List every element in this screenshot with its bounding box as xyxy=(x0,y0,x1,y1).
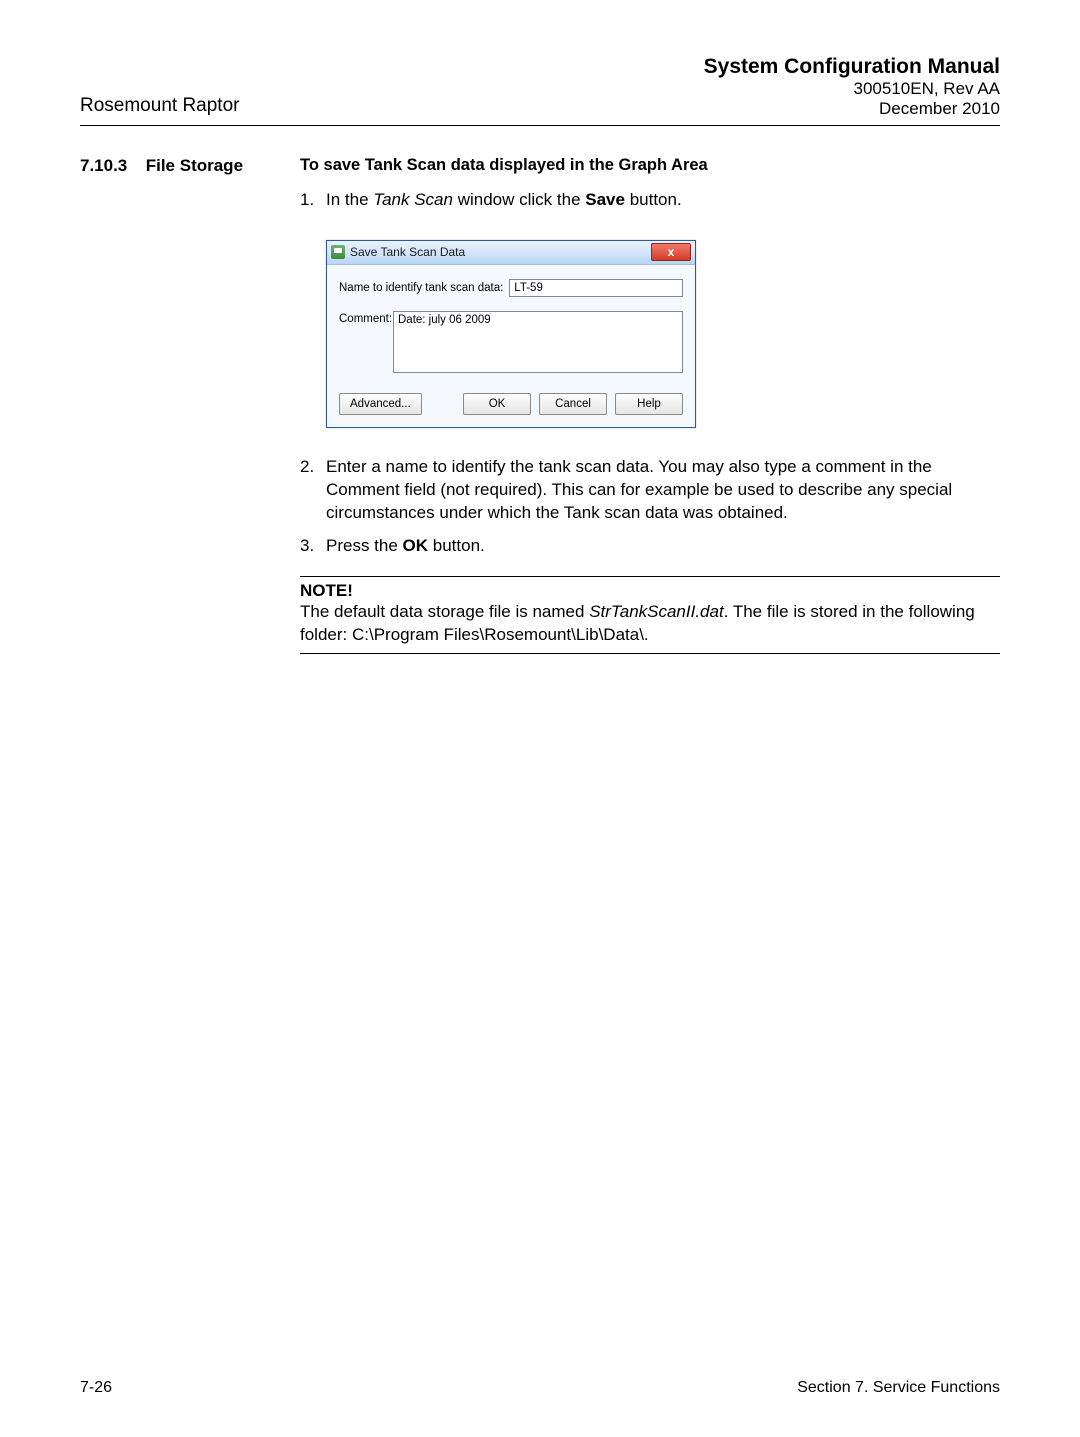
dialog-buttons: Advanced... OK Cancel Help xyxy=(327,383,695,427)
section-body: To save Tank Scan data displayed in the … xyxy=(300,156,1000,654)
step-number: 1. xyxy=(300,189,314,212)
ok-button[interactable]: OK xyxy=(463,393,531,415)
note-title: NOTE! xyxy=(300,581,1000,601)
content-area: 7.10.3 File Storage To save Tank Scan da… xyxy=(80,156,1000,654)
page-number: 7-26 xyxy=(80,1379,112,1397)
section-label: 7.10.3 File Storage xyxy=(80,156,300,654)
section-number: 7.10.3 xyxy=(80,156,127,175)
step-3: 3. Press the OK button. xyxy=(326,535,1000,558)
cancel-button[interactable]: Cancel xyxy=(539,393,607,415)
step-text: Enter a name to identify the tank scan d… xyxy=(326,457,952,522)
subheading: To save Tank Scan data displayed in the … xyxy=(300,156,1000,175)
note-rule-bottom xyxy=(300,653,1000,654)
name-label: Name to identify tank scan data: xyxy=(339,282,503,294)
doc-rev: 300510EN, Rev AA xyxy=(704,79,1000,99)
header-left: Rosemount Raptor xyxy=(80,95,239,119)
app-icon xyxy=(331,245,345,259)
header-right: System Configuration Manual 300510EN, Re… xyxy=(704,55,1000,119)
note-text: The default data storage file is named S… xyxy=(300,601,1000,647)
note-rule-top xyxy=(300,576,1000,577)
close-icon: x xyxy=(668,245,675,259)
name-row: Name to identify tank scan data: xyxy=(339,279,683,297)
footer-section: Section 7. Service Functions xyxy=(797,1379,1000,1397)
dialog-figure: Save Tank Scan Data x Name to identify t… xyxy=(326,240,1000,428)
comment-label: Comment: xyxy=(339,311,393,373)
step-number: 3. xyxy=(300,535,314,558)
step-1: 1. In the Tank Scan window click the Sav… xyxy=(326,189,1000,212)
step-number: 2. xyxy=(300,456,314,479)
section-title: File Storage xyxy=(146,156,243,175)
steps-list: 1. In the Tank Scan window click the Sav… xyxy=(300,189,1000,212)
steps-list-cont: 2. Enter a name to identify the tank sca… xyxy=(300,456,1000,558)
step-text: Press the OK button. xyxy=(326,536,485,555)
dialog-body: Name to identify tank scan data: Comment… xyxy=(327,265,695,383)
step-text: In the Tank Scan window click the Save b… xyxy=(326,190,682,209)
note-block: NOTE! The default data storage file is n… xyxy=(300,576,1000,654)
comment-row: Comment: xyxy=(339,311,683,373)
close-button[interactable]: x xyxy=(651,243,691,261)
dialog-title: Save Tank Scan Data xyxy=(350,245,651,259)
dialog-titlebar: Save Tank Scan Data x xyxy=(327,241,695,265)
save-tank-scan-dialog: Save Tank Scan Data x Name to identify t… xyxy=(326,240,696,428)
page-footer: 7-26 Section 7. Service Functions xyxy=(80,1379,1000,1397)
doc-date: December 2010 xyxy=(704,99,1000,119)
doc-title: System Configuration Manual xyxy=(704,55,1000,79)
header-rule xyxy=(80,125,1000,126)
advanced-button[interactable]: Advanced... xyxy=(339,393,422,415)
help-button[interactable]: Help xyxy=(615,393,683,415)
name-input[interactable] xyxy=(509,279,683,297)
step-2: 2. Enter a name to identify the tank sca… xyxy=(326,456,1000,525)
page-header: Rosemount Raptor System Configuration Ma… xyxy=(80,55,1000,119)
comment-input[interactable] xyxy=(393,311,683,373)
